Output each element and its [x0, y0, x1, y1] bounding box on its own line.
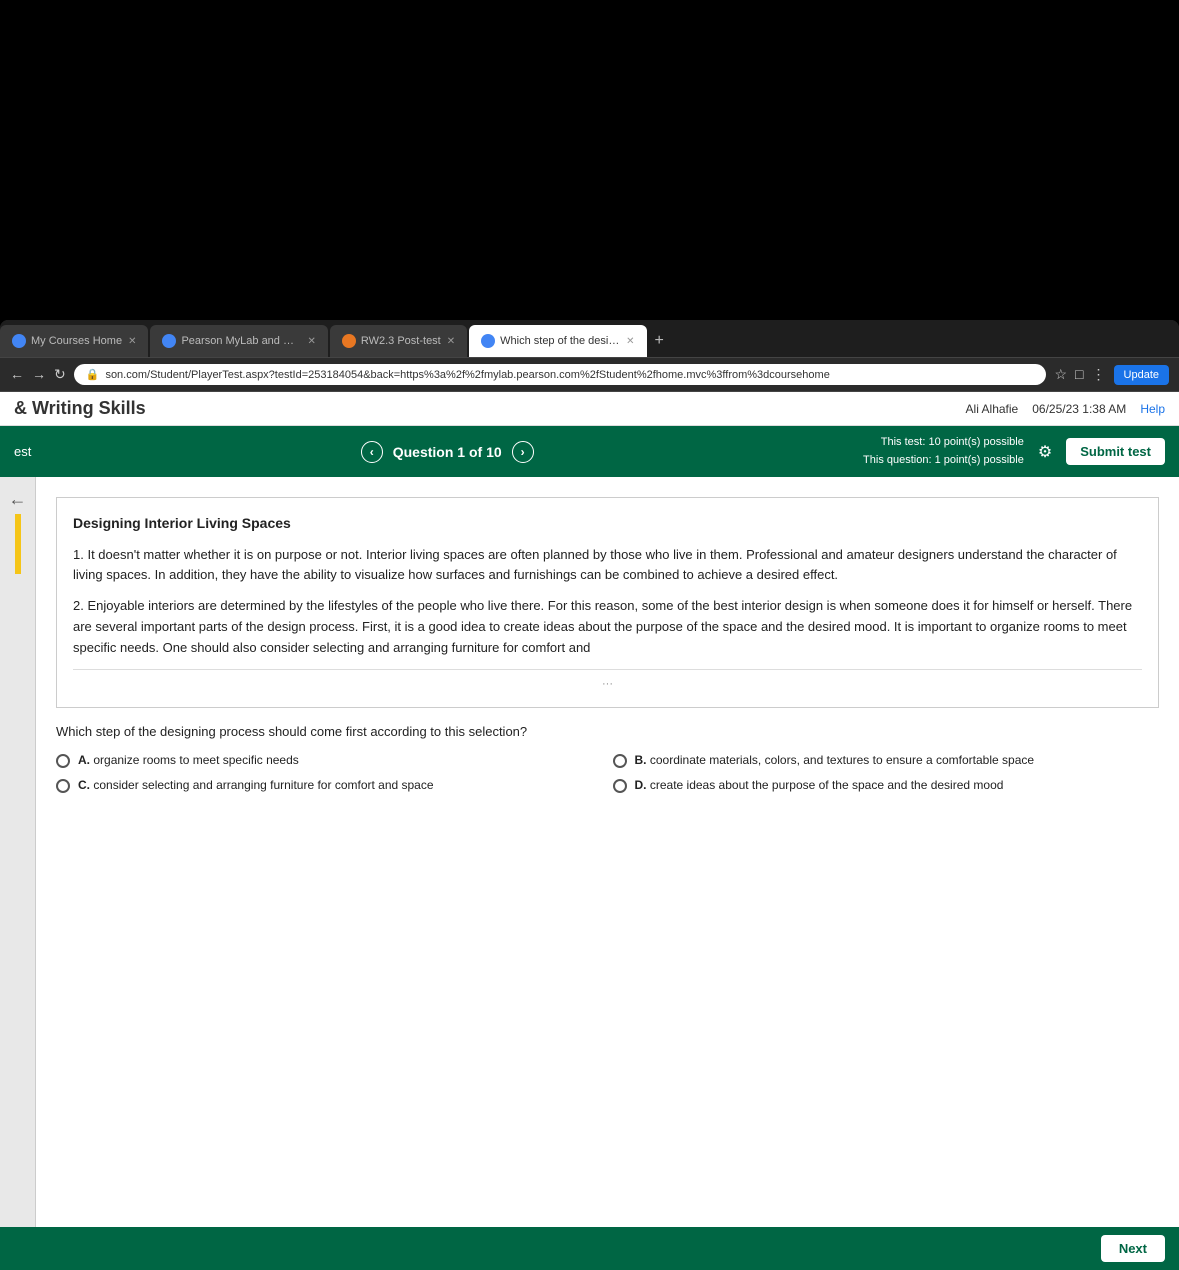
next-button[interactable]: Next	[1101, 1235, 1165, 1262]
address-bar: ← → ↻ 🔒 son.com/Student/PlayerTest.aspx?…	[0, 358, 1179, 392]
option-c[interactable]: C. consider selecting and arranging furn…	[56, 778, 603, 793]
question-navigation: ‹ Question 1 of 10 ›	[361, 441, 534, 463]
question-counter: Question 1 of 10	[393, 444, 502, 460]
date-time: 06/25/23 1:38 AM	[1032, 402, 1126, 416]
new-tab-button[interactable]: +	[647, 325, 672, 357]
answer-options: A. organize rooms to meet specific needs…	[56, 753, 1159, 793]
option-d[interactable]: D. create ideas about the purpose of the…	[613, 778, 1160, 793]
lock-icon: 🔒	[86, 368, 100, 381]
test-header: est ‹ Question 1 of 10 › This test: 10 p…	[0, 426, 1179, 477]
option-a-label: A. organize rooms to meet specific needs	[78, 753, 299, 767]
test-points-info: This test: 10 point(s) possible This que…	[863, 434, 1024, 469]
sidebar-back-arrow[interactable]: ←	[9, 489, 27, 510]
help-link[interactable]: Help	[1140, 402, 1165, 416]
question-points: This question: 1 point(s) possible	[863, 452, 1024, 470]
passage-paragraph-1: 1. It doesn't matter whether it is on pu…	[73, 545, 1142, 587]
content-area: Designing Interior Living Spaces 1. It d…	[36, 477, 1179, 1227]
radio-b[interactable]	[613, 754, 627, 768]
radio-d[interactable]	[613, 779, 627, 793]
tab-label-my-courses: My Courses Home	[31, 335, 122, 347]
option-b[interactable]: B. coordinate materials, colors, and tex…	[613, 753, 1160, 768]
page-header: & Writing Skills Ali Alhafie 06/25/23 1:…	[0, 392, 1179, 426]
option-a[interactable]: A. organize rooms to meet specific needs	[56, 753, 603, 768]
yellow-bar	[15, 514, 21, 574]
sidebar-left: ←	[0, 477, 36, 1227]
tab-close-rw23[interactable]: ✕	[447, 336, 455, 347]
refresh-browser-button[interactable]: ↻	[54, 366, 66, 383]
test-name-label: est	[14, 444, 31, 459]
question-text: Which step of the designing process shou…	[56, 724, 1159, 739]
test-info: This test: 10 point(s) possible This que…	[863, 434, 1165, 469]
tab-label-designing: Which step of the designing p	[500, 335, 620, 347]
page-title: & Writing Skills	[14, 398, 146, 419]
test-total-points: This test: 10 point(s) possible	[863, 434, 1024, 452]
submit-test-button[interactable]: Submit test	[1066, 438, 1165, 465]
radio-a[interactable]	[56, 754, 70, 768]
header-right: Ali Alhafie 06/25/23 1:38 AM Help	[966, 402, 1165, 416]
tab-pearson[interactable]: Pearson MyLab and Mastering ✕	[150, 325, 327, 357]
tab-label-rw23: RW2.3 Post-test	[361, 335, 441, 347]
tab-rw23[interactable]: RW2.3 Post-test ✕	[330, 325, 467, 357]
tab-icon-pearson	[162, 334, 176, 348]
address-bar-text: son.com/Student/PlayerTest.aspx?testId=2…	[105, 369, 1034, 381]
tab-designing[interactable]: Which step of the designing p ✕	[469, 325, 646, 357]
tab-label-pearson: Pearson MyLab and Mastering	[181, 335, 301, 347]
tab-icon-designing	[481, 334, 495, 348]
forward-browser-button[interactable]: →	[32, 366, 46, 383]
nav-icons: ← → ↻	[10, 366, 66, 383]
passage-more-indicator[interactable]: ···	[73, 669, 1142, 694]
option-b-label: B. coordinate materials, colors, and tex…	[635, 753, 1035, 767]
update-button[interactable]: Update	[1114, 365, 1169, 385]
tab-close-pearson[interactable]: ✕	[307, 336, 315, 347]
passage-box: Designing Interior Living Spaces 1. It d…	[56, 497, 1159, 708]
username: Ali Alhafie	[966, 402, 1019, 416]
screen-icon[interactable]: □	[1075, 366, 1083, 383]
settings-icon[interactable]: ⚙	[1038, 442, 1052, 462]
bookmark-icon[interactable]: ☆	[1054, 366, 1067, 383]
tab-close-my-courses[interactable]: ✕	[128, 336, 136, 347]
next-question-button[interactable]: ›	[512, 441, 534, 463]
browser-chrome: My Courses Home ✕ Pearson MyLab and Mast…	[0, 320, 1179, 1270]
back-browser-button[interactable]: ←	[10, 366, 24, 383]
passage-title: Designing Interior Living Spaces	[73, 512, 1142, 534]
tab-close-designing[interactable]: ✕	[626, 336, 634, 347]
passage-paragraph-2: 2. Enjoyable interiors are determined by…	[73, 596, 1142, 658]
tab-bar: My Courses Home ✕ Pearson MyLab and Mast…	[0, 320, 1179, 358]
tab-my-courses[interactable]: My Courses Home ✕	[0, 325, 148, 357]
browser-action-icons: ☆ □ ⋮	[1054, 366, 1105, 383]
option-d-label: D. create ideas about the purpose of the…	[635, 778, 1004, 792]
tab-icon-my-courses	[12, 334, 26, 348]
black-top-area	[0, 0, 1179, 320]
main-content: ← Designing Interior Living Spaces 1. It…	[0, 477, 1179, 1227]
radio-c[interactable]	[56, 779, 70, 793]
bottom-navigation: Next	[0, 1227, 1179, 1270]
tab-icon-rw23	[342, 334, 356, 348]
menu-icon[interactable]: ⋮	[1092, 366, 1106, 383]
option-c-label: C. consider selecting and arranging furn…	[78, 778, 434, 792]
address-input[interactable]: 🔒 son.com/Student/PlayerTest.aspx?testId…	[74, 364, 1047, 385]
prev-question-button[interactable]: ‹	[361, 441, 383, 463]
